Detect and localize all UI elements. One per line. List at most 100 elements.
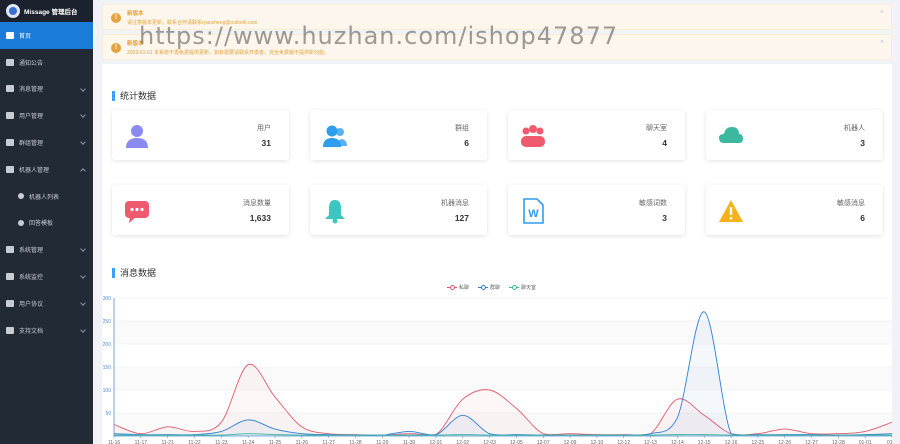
sidebar-item-8[interactable]: 系统管理 [0, 236, 93, 263]
x-tick-label: 11-23 [215, 440, 228, 444]
menu-icon [6, 58, 14, 66]
sidebar-item-label: 首页 [19, 33, 32, 40]
legend-item[interactable]: 群聊 [478, 284, 500, 291]
x-tick-label: 11-28 [349, 440, 362, 444]
sidebar-item-label: 回答模板 [29, 221, 54, 228]
warning-icon [718, 198, 744, 224]
stat-card[interactable]: 机器消息 127 [310, 185, 487, 235]
x-tick-label: 11-24 [242, 440, 255, 444]
x-tick-label: 11-26 [296, 440, 309, 444]
x-tick-label: 12-09 [564, 440, 577, 444]
x-tick-label: 12-03 [483, 440, 496, 444]
chart-legend: 私聊 群聊 聊天室 [447, 284, 545, 291]
y-tick-label: 300 [103, 296, 112, 302]
brand[interactable]: Missage 管理后台 [0, 0, 93, 22]
stat-label: 敏感词数 [639, 200, 667, 207]
sidebar-item-label: 用户管理 [19, 114, 44, 121]
x-tick-label: 12-12 [617, 440, 630, 444]
menu-icon [6, 299, 14, 307]
message-icon [124, 198, 150, 224]
sidebar-item-label: 机器人管理 [19, 167, 50, 174]
messages-chart: 私聊 群聊 聊天室 300 250 200 150 100 50 11-16 11-17 11-21… [102, 280, 898, 444]
x-tick-label: 12-27 [805, 440, 818, 444]
chevron-down-icon [80, 85, 86, 92]
x-tick-label: 12-25 [751, 440, 764, 444]
sidebar-menu: 首页通知公告消息管理用户管理群组管理机器人管理机器人列表回答模板系统管理系统监控… [0, 22, 93, 344]
app-logo-icon [6, 4, 20, 18]
stat-value: 6 [860, 213, 865, 223]
stat-label: 群组 [455, 125, 469, 132]
stats-section-title: 统计数据 [112, 89, 156, 102]
x-tick-label: 11-16 [108, 440, 121, 444]
x-tick-label: 11-29 [376, 440, 389, 444]
stat-label: 机器消息 [441, 200, 469, 207]
x-tick-label: 12-14 [671, 440, 684, 444]
x-tick-label: 01-0 [887, 440, 892, 444]
sidebar-item-1[interactable]: 通知公告 [0, 49, 93, 76]
stat-label: 聊天室 [646, 125, 667, 132]
sidebar-item-label: 机器人列表 [29, 194, 60, 201]
stat-card[interactable]: 消息数量 1,633 [112, 185, 289, 235]
sidebar-item-label: 用户协议 [19, 301, 44, 308]
menu-icon [6, 246, 14, 254]
stat-value: 3 [860, 138, 865, 148]
stat-label: 用户 [257, 125, 271, 132]
warning-icon: ! [111, 43, 121, 53]
sidebar-item-2[interactable]: 消息管理 [0, 76, 93, 103]
y-tick-label: 150 [103, 365, 112, 371]
sidebar-item-9[interactable]: 系统监控 [0, 263, 93, 290]
y-tick-label: 200 [103, 342, 112, 348]
x-tick-label: 11-27 [322, 440, 335, 444]
stat-card[interactable]: 聊天室 4 [508, 110, 685, 160]
sidebar-item-5[interactable]: 机器人管理 [0, 156, 93, 183]
stat-card[interactable]: 用户 31 [112, 110, 289, 160]
x-tick-label: 11-21 [161, 440, 174, 444]
y-tick-label: 250 [103, 319, 112, 325]
line-chart-svg: 300 250 200 150 100 50 11-16 11-17 11-21 11-22 11-… [103, 296, 898, 444]
chevron-down-icon [80, 139, 86, 146]
sidebar-item-11[interactable]: 支持文档 [0, 317, 93, 344]
stat-card[interactable]: 群组 6 [310, 110, 487, 160]
sidebar-item-label: 系统管理 [19, 248, 44, 255]
sidebar-item-0[interactable]: 首页 [0, 22, 93, 49]
legend-item[interactable]: 聊天室 [509, 284, 536, 291]
x-tick-label: 12-10 [590, 440, 603, 444]
user-icon [124, 123, 150, 149]
sidebar-item-6[interactable]: 机器人列表 [0, 183, 93, 210]
sidebar-item-label: 系统监控 [19, 275, 44, 282]
sidebar-item-10[interactable]: 用户协议 [0, 290, 93, 317]
x-tick-label: 11-22 [188, 440, 201, 444]
close-icon[interactable]: × [880, 9, 884, 16]
grid-band [114, 367, 892, 390]
stat-card[interactable]: W 敏感词数 3 [508, 185, 685, 235]
sidebar-item-7[interactable]: 回答模板 [0, 210, 93, 237]
stat-label: 敏感消息 [837, 200, 865, 207]
close-icon[interactable]: × [880, 39, 884, 46]
main-content: ! 新版本 请注意版本更新，联系合作请联系ryanzheng@outlook.c… [93, 0, 900, 444]
x-tick-label: 12-26 [778, 440, 791, 444]
stat-card[interactable]: 敏感消息 6 [706, 185, 883, 235]
chevron-down-icon [80, 273, 86, 280]
legend-item[interactable]: 私聊 [447, 284, 469, 291]
legend-label: 聊天室 [521, 285, 537, 291]
sidebar-item-3[interactable]: 用户管理 [0, 102, 93, 129]
menu-icon [6, 139, 14, 147]
sidebar-item-label: 支持文档 [19, 328, 44, 335]
stat-value: 4 [662, 138, 667, 148]
stat-value: 127 [454, 213, 469, 223]
legend-marker-icon [447, 285, 457, 290]
legend-marker-icon [509, 285, 520, 290]
stat-value: 31 [261, 138, 271, 148]
stat-card[interactable]: 机器人 3 [706, 110, 883, 160]
notice-title: 新版本 [127, 11, 144, 17]
stat-label: 机器人 [844, 125, 865, 132]
sidebar-item-label: 群组管理 [19, 141, 44, 148]
notice-text: 2023-01-01 本系统不再免费提供更新，如有需要请联系开发者，完全免费版不… [127, 50, 329, 56]
sidebar-item-4[interactable]: 群组管理 [0, 129, 93, 156]
legend-label: 群聊 [490, 285, 501, 291]
word-doc-icon: W [520, 198, 546, 224]
notice-title: 新版本 [127, 41, 144, 47]
x-tick-label: 12-28 [832, 440, 845, 444]
sidebar-item-label: 通知公告 [19, 60, 44, 67]
x-tick-label: 12-07 [537, 440, 550, 444]
